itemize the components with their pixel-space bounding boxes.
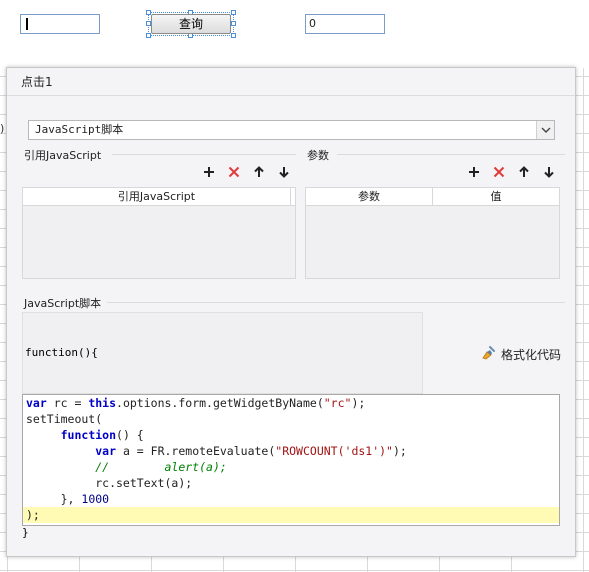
function-header-area: function(){ <box>22 312 423 394</box>
code-line: function() { <box>60 428 144 442</box>
script-type-value: JavaScript脚本 <box>35 123 124 136</box>
code-line: // alert(a); <box>95 460 227 474</box>
script-section-label: JavaScript脚本 <box>24 297 102 310</box>
chevron-down-icon[interactable] <box>536 121 554 139</box>
function-closing-brace: } <box>22 526 29 539</box>
event-dialog: 点击1 JavaScript脚本 引用JavaScript 引用JavaScri… <box>6 67 576 557</box>
resize-handle[interactable] <box>231 33 236 38</box>
params-table-header: 参数 值 <box>306 188 559 206</box>
format-code-label: 格式化代码 <box>501 347 562 362</box>
param-name-column-header[interactable]: 参数 <box>306 188 433 205</box>
designer-number-widget[interactable]: 0 <box>305 14 385 34</box>
left-edge-text: ) <box>0 122 5 135</box>
script-separator <box>107 302 565 303</box>
ref-js-separator <box>112 154 296 155</box>
params-table: 参数 值 <box>305 187 560 279</box>
text-caret <box>26 18 28 30</box>
arrow-up-icon[interactable] <box>252 165 266 179</box>
code-line: setTimeout( <box>26 412 103 426</box>
designer-text-widget[interactable] <box>20 14 100 34</box>
param-value-column-header[interactable]: 值 <box>433 188 559 205</box>
code-line: rc.setText(a); <box>26 476 193 490</box>
ref-js-section-label: 引用JavaScript <box>24 149 102 162</box>
params-section-label: 参数 <box>307 149 329 162</box>
resize-handle[interactable] <box>231 21 236 26</box>
function-header-text: function(){ <box>25 346 98 359</box>
delete-x-icon[interactable] <box>492 165 506 179</box>
query-button[interactable]: 查询 <box>151 14 231 34</box>
arrow-up-icon[interactable] <box>517 165 531 179</box>
dialog-title: 点击1 <box>7 68 575 96</box>
code-line: var rc = this.options.form.getWidgetByNa… <box>26 396 366 410</box>
ref-js-column-header[interactable]: 引用JavaScript <box>23 188 291 205</box>
delete-x-icon[interactable] <box>227 165 241 179</box>
ref-js-table-header: 引用JavaScript <box>23 188 295 206</box>
code-line: var a = FR.remoteEvaluate("ROWCOUNT('ds1… <box>95 444 407 458</box>
code-line: }, 1000 <box>26 492 110 506</box>
format-code-button[interactable]: 格式化代码 <box>481 345 561 363</box>
code-editor[interactable]: var rc = this.options.form.getWidgetByNa… <box>22 394 560 526</box>
broom-icon <box>481 345 497 363</box>
code-line-current: ); <box>23 507 559 523</box>
arrow-down-icon[interactable] <box>277 165 291 179</box>
arrow-down-icon[interactable] <box>542 165 556 179</box>
script-type-select[interactable]: JavaScript脚本 <box>28 120 555 140</box>
params-separator <box>337 154 565 155</box>
designer-top-area <box>0 0 589 68</box>
plus-icon[interactable] <box>202 165 216 179</box>
resize-handle[interactable] <box>231 10 236 15</box>
plus-icon[interactable] <box>467 165 481 179</box>
ref-js-table: 引用JavaScript <box>22 187 296 279</box>
resize-handle[interactable] <box>146 33 151 38</box>
